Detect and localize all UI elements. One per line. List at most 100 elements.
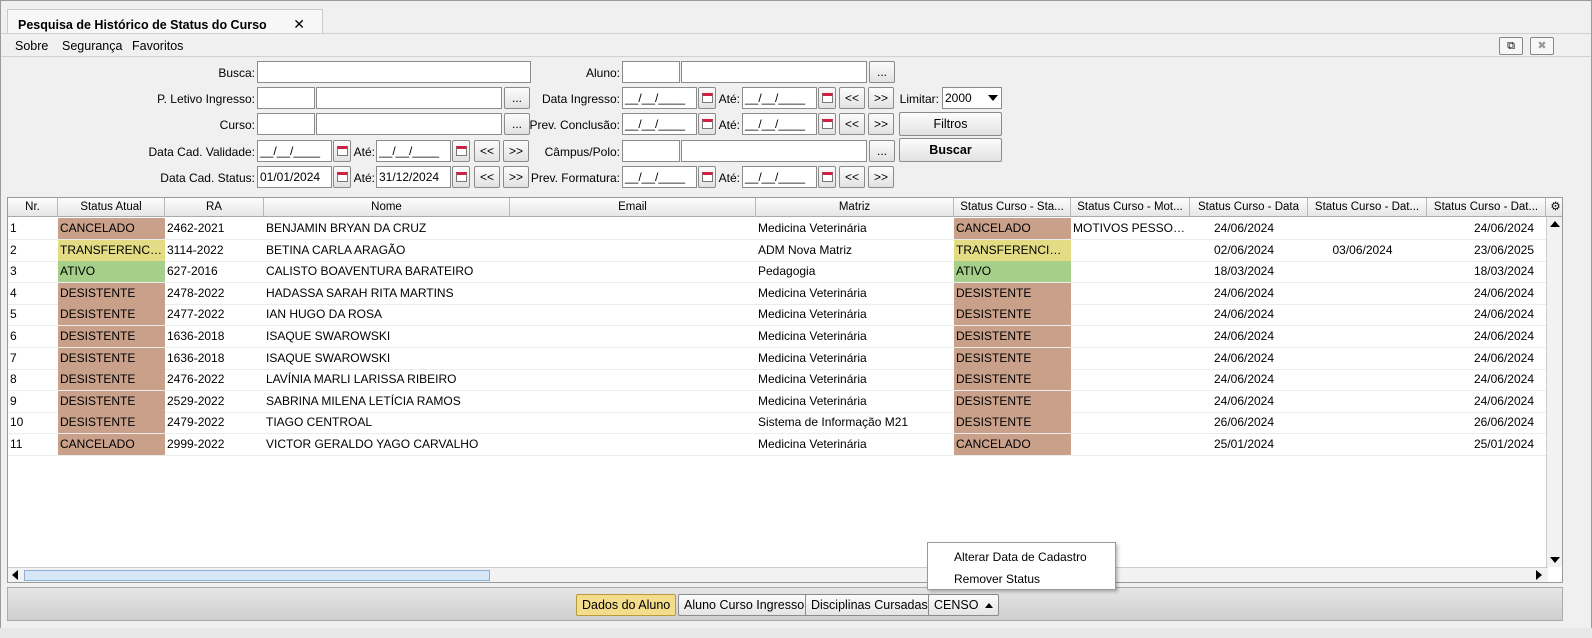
header-col-ra[interactable]: RA xyxy=(165,198,264,217)
data-cad-validade-from-input[interactable]: __/__/____ xyxy=(257,140,332,162)
curso-code-input[interactable] xyxy=(257,113,315,135)
aluno-curso-ingresso-button[interactable]: Aluno Curso Ingresso xyxy=(678,594,811,616)
campus-lookup-button[interactable]: ... xyxy=(869,140,895,162)
limitar-select[interactable]: 2000 xyxy=(942,87,1002,109)
aluno-code-input[interactable] xyxy=(622,61,680,83)
prev-formatura-to-input[interactable]: __/__/____ xyxy=(742,166,817,188)
table-row[interactable]: 6 DESISTENTE 1636-2018 ISAQUE SWAROWSKI Medi… xyxy=(8,326,1546,348)
p-letivo-lookup-button[interactable]: ... xyxy=(504,87,530,109)
calendar-icon[interactable] xyxy=(698,113,716,135)
cell-col-matriz: Medicina Veterinária xyxy=(758,307,867,322)
close-window-icon[interactable]: ✖ xyxy=(1530,37,1554,55)
data-cad-status-to-input[interactable]: 31/12/2024 xyxy=(376,166,451,188)
header-col-email[interactable]: Email xyxy=(510,198,756,217)
scroll-right-icon[interactable] xyxy=(1536,570,1542,580)
cell-col-sc-motivo xyxy=(1071,348,1190,369)
table-row[interactable]: 10 DESISTENTE 2479-2022 TIAGO CENTROAL Siste… xyxy=(8,412,1546,435)
censo-button[interactable]: CENSO xyxy=(928,594,1000,616)
header-col-sc-status[interactable]: Status Curso - Sta... xyxy=(954,198,1071,217)
calendar-icon[interactable] xyxy=(452,140,470,162)
calendar-icon[interactable] xyxy=(333,140,351,162)
header-col-sc-motivo[interactable]: Status Curso - Mot... xyxy=(1071,198,1190,217)
cell-col-status-atual: CANCELADO xyxy=(58,434,165,455)
data-cad-validade-to-input[interactable]: __/__/____ xyxy=(376,140,451,162)
calendar-icon[interactable] xyxy=(452,166,470,188)
cell-col-ra: 2462-2021 xyxy=(167,221,225,235)
calendar-icon[interactable] xyxy=(818,113,836,135)
vertical-scrollbar[interactable] xyxy=(1546,217,1562,567)
header-col-sc-data2[interactable]: Status Curso - Dat... xyxy=(1308,198,1427,217)
cell-col-status-atual: ATIVO xyxy=(58,261,165,283)
cell-col-sc-motivo xyxy=(1071,326,1190,347)
filtros-button[interactable]: Filtros xyxy=(899,112,1002,136)
table-row[interactable]: 3 ATIVO 627-2016 CALISTO BOAVENTURA BARATEI… xyxy=(8,261,1546,284)
next-period-button[interactable]: >> xyxy=(868,166,894,188)
prev-conclusao-to-input[interactable]: __/__/____ xyxy=(742,113,817,135)
results-table[interactable]: Nr. Status Atual RA Nome Email Matriz Status C… xyxy=(7,197,1563,583)
header-col-status-atual[interactable]: Status Atual xyxy=(58,198,165,217)
menu-item-remover-status[interactable]: Remover Status xyxy=(954,572,1040,586)
next-period-button[interactable]: >> xyxy=(868,87,894,109)
table-row[interactable]: 9 DESISTENTE 2529-2022 SABRINA MILENA LETÍC… xyxy=(8,390,1546,413)
cell-col-sc-data3: 25/01/2024 xyxy=(1473,437,1534,451)
data-ingresso-from-input[interactable]: __/__/____ xyxy=(622,87,697,109)
next-period-button[interactable]: >> xyxy=(503,140,529,162)
table-row[interactable]: 8 DESISTENTE 2476-2022 LAVÍNIA MARLI LARISS… xyxy=(8,369,1546,392)
tab-close-icon[interactable]: ✕ xyxy=(293,16,305,33)
menu-sobre[interactable]: Sobre xyxy=(15,39,48,53)
table-row[interactable]: 11 CANCELADO 2999-2022 VICTOR GERALDO YAGO … xyxy=(8,434,1546,456)
cell-col-sc-status: DESISTENTE xyxy=(954,369,1071,391)
scroll-left-icon[interactable] xyxy=(12,570,18,580)
table-row[interactable]: 1 CANCELADO 2462-2021 BENJAMIN BRYAN DA CRU… xyxy=(8,218,1546,240)
prev-period-button[interactable]: << xyxy=(474,166,500,188)
calendar-icon[interactable] xyxy=(698,166,716,188)
prev-formatura-from-input[interactable]: __/__/____ xyxy=(622,166,697,188)
table-row[interactable]: 2 TRANSFERENCIA_I...3114-2022 BETINA CARLA… xyxy=(8,239,1546,262)
table-row[interactable]: 7 DESISTENTE 1636-2018 ISAQUE SWAROWSKI Medi… xyxy=(8,347,1546,370)
table-row[interactable]: 5 DESISTENTE 2477-2022 IAN HUGO DA ROSA Medi… xyxy=(8,304,1546,327)
table-row[interactable]: 4 DESISTENTE 2478-2022 HADASSA SARAH RITA M… xyxy=(8,282,1546,305)
cell-col-matriz: Medicina Veterinária xyxy=(758,350,867,365)
calendar-icon[interactable] xyxy=(698,87,716,109)
menu-favoritos[interactable]: Favoritos xyxy=(132,39,183,53)
scroll-down-icon[interactable] xyxy=(1550,557,1560,563)
prev-conclusao-from-input[interactable]: __/__/____ xyxy=(622,113,697,135)
prev-period-button[interactable]: << xyxy=(839,87,865,109)
prev-period-button[interactable]: << xyxy=(839,113,865,135)
horizontal-scrollbar[interactable] xyxy=(8,567,1548,582)
calendar-icon[interactable] xyxy=(333,166,351,188)
data-ingresso-to-input[interactable]: __/__/____ xyxy=(742,87,817,109)
campus-code-input[interactable] xyxy=(622,140,680,162)
aluno-lookup-button[interactable]: ... xyxy=(869,61,895,83)
menu-seguranca[interactable]: Segurança xyxy=(62,39,122,53)
disciplinas-cursadas-button[interactable]: Disciplinas Cursadas xyxy=(805,594,934,616)
scroll-up-icon[interactable] xyxy=(1550,221,1560,227)
p-letivo-name-input[interactable] xyxy=(316,87,502,109)
column-settings-gear-icon[interactable]: ⚙ xyxy=(1547,198,1562,217)
header-col-sc-data[interactable]: Status Curso - Data xyxy=(1190,198,1308,217)
buscar-button[interactable]: Buscar xyxy=(899,138,1002,162)
cell-col-matriz: Medicina Veterinária xyxy=(758,372,867,387)
busca-input[interactable] xyxy=(257,61,531,83)
prev-period-button[interactable]: << xyxy=(839,166,865,188)
header-col-nome[interactable]: Nome xyxy=(264,198,510,217)
p-letivo-code-input[interactable] xyxy=(257,87,315,109)
header-col-matriz[interactable]: Matriz xyxy=(756,198,954,217)
campus-name-input[interactable] xyxy=(681,140,867,162)
prev-period-button[interactable]: << xyxy=(474,140,500,162)
popout-icon[interactable]: ⧉ xyxy=(1499,37,1523,55)
calendar-icon[interactable] xyxy=(818,87,836,109)
dados-aluno-button[interactable]: Dados do Aluno xyxy=(576,594,677,616)
header-col-sc-data3[interactable]: Status Curso - Dat... xyxy=(1427,198,1546,217)
cell-col-nome: IAN HUGO DA ROSA xyxy=(266,307,383,322)
header-col-nr[interactable]: Nr. xyxy=(8,198,58,217)
aluno-name-input[interactable] xyxy=(681,61,867,83)
main-window: Pesquisa de Histórico de Status do Curso… xyxy=(0,0,1592,630)
cell-col-nr: 8 xyxy=(10,372,17,387)
calendar-icon[interactable] xyxy=(818,166,836,188)
curso-name-input[interactable] xyxy=(316,113,502,135)
scroll-thumb[interactable] xyxy=(24,570,490,581)
menu-item-alterar-data[interactable]: Alterar Data de Cadastro xyxy=(954,550,1087,564)
data-cad-status-from-input[interactable]: 01/01/2024 xyxy=(257,166,332,188)
next-period-button[interactable]: >> xyxy=(868,113,894,135)
